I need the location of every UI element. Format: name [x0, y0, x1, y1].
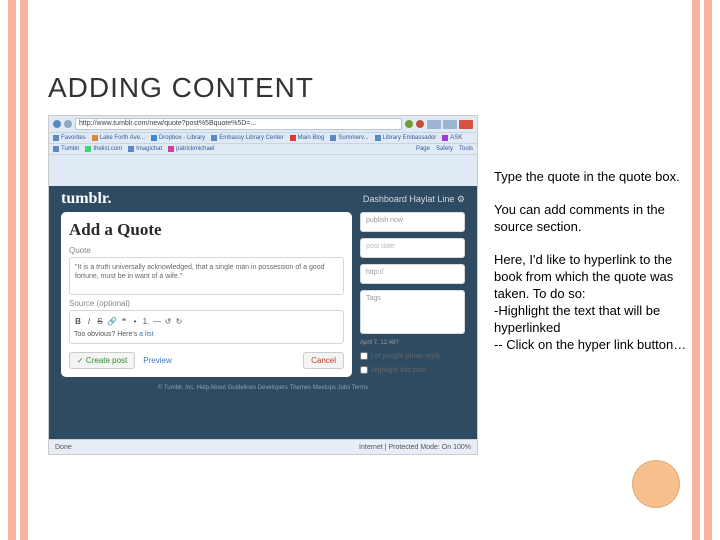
- link-button[interactable]: 🔗: [107, 317, 117, 326]
- decor-bar-right-1: [704, 0, 712, 540]
- decor-bar-left-1: [8, 0, 16, 540]
- editor-toolbar: B I S 🔗 ❝ • 1. — ↺ ↻: [73, 314, 340, 329]
- cancel-button[interactable]: Cancel: [303, 352, 344, 369]
- source-text[interactable]: Too obvious? Here's a list: [73, 329, 340, 340]
- decor-bar-left-2: [20, 0, 28, 540]
- bookmark-item[interactable]: Favorites: [53, 135, 86, 141]
- bookmark-item[interactable]: thelist.com: [85, 146, 122, 152]
- source-editor[interactable]: B I S 🔗 ❝ • 1. — ↺ ↻ Too obvious? Here's…: [69, 310, 344, 344]
- create-post-button[interactable]: ✓ Create post: [69, 352, 135, 369]
- refresh-icon[interactable]: [405, 120, 413, 128]
- bookmarks-bar: Favorites Lake Forth Ave... Dropbox - Li…: [49, 133, 477, 144]
- slide: ADDING CONTENT http://www.tumblr.com/new…: [0, 0, 720, 540]
- italic-button[interactable]: I: [85, 317, 93, 326]
- bookmarks-bar-2: Tumblr thelist.com Imagichat patrickmich…: [49, 144, 477, 155]
- url-input[interactable]: http://: [360, 264, 465, 284]
- numlist-button[interactable]: 1.: [142, 317, 150, 326]
- bookmark-item[interactable]: Imagichat: [128, 146, 162, 152]
- undo-button[interactable]: ↺: [164, 317, 172, 326]
- side-panel: publish now post date http:// Tags April…: [360, 212, 465, 377]
- note-paragraph: Here, I'd like to hyperlink to the book …: [494, 251, 689, 353]
- highlight-checkbox[interactable]: Highlight this post: [360, 366, 465, 374]
- browser-statusbar: Done Internet | Protected Mode: On 100%: [49, 439, 477, 454]
- tags-input[interactable]: Tags: [360, 290, 465, 334]
- hr-button[interactable]: —: [153, 317, 161, 326]
- slide-title: ADDING CONTENT: [48, 72, 314, 104]
- decor-circle: [632, 460, 680, 508]
- tumblr-nav[interactable]: Dashboard Haylat Line ⚙: [363, 194, 465, 205]
- toolbar-menu[interactable]: Tools: [459, 146, 473, 152]
- back-icon[interactable]: [53, 120, 61, 128]
- tumblr-footer[interactable]: © Tumblr, Inc. Help About Guidelines Dev…: [49, 377, 477, 399]
- tumblr-header: tumblr. Dashboard Haylat Line ⚙: [49, 186, 477, 212]
- preview-link[interactable]: Preview: [143, 356, 171, 365]
- bookmark-item[interactable]: Tumblr: [53, 146, 79, 152]
- browser-titlebar: http://www.tumblr.com/new/quote?post%5Bq…: [49, 116, 477, 133]
- bookmark-item[interactable]: Embassy Library Center: [211, 135, 283, 141]
- status-right: Internet | Protected Mode: On 100%: [359, 444, 471, 451]
- bookmark-item[interactable]: Summerv...: [330, 135, 368, 141]
- browser-screenshot: http://www.tumblr.com/new/quote?post%5Bq…: [48, 115, 478, 455]
- minimize-button[interactable]: [427, 120, 441, 129]
- strike-button[interactable]: S: [96, 317, 104, 326]
- maximize-button[interactable]: [443, 120, 457, 129]
- bookmark-item[interactable]: Main Blog: [290, 135, 325, 141]
- source-link[interactable]: a list: [139, 331, 153, 338]
- quote-input[interactable]: "It is a truth universally acknowledged,…: [69, 257, 344, 295]
- tumblr-logo[interactable]: tumblr.: [61, 190, 112, 208]
- browser-chrome: http://www.tumblr.com/new/quote?post%5Bq…: [49, 116, 477, 186]
- stop-icon[interactable]: [416, 120, 424, 128]
- bullet-button[interactable]: •: [131, 317, 139, 326]
- quote-button[interactable]: ❝: [120, 317, 128, 326]
- button-row: ✓ Create post Preview Cancel: [69, 352, 344, 369]
- address-bar[interactable]: http://www.tumblr.com/new/quote?post%5Bq…: [75, 118, 402, 130]
- source-label: Source (optional): [69, 299, 344, 308]
- bookmark-item[interactable]: Lake Forth Ave...: [92, 135, 145, 141]
- slide-notes: Type the quote in the quote box. You can…: [494, 168, 689, 369]
- post-date-input[interactable]: post date: [360, 238, 465, 258]
- photo-reply-checkbox[interactable]: Let people photo reply: [360, 352, 465, 360]
- side-date: April 7, 12:48?: [360, 340, 465, 346]
- note-paragraph: You can add comments in the source secti…: [494, 201, 689, 235]
- panel-title: Add a Quote: [69, 220, 344, 240]
- toolbar-menu[interactable]: Safety: [436, 146, 453, 152]
- bookmark-item[interactable]: Library Embassador: [375, 135, 437, 141]
- tumblr-content: Add a Quote Quote "It is a truth univers…: [49, 212, 477, 377]
- close-button[interactable]: [459, 120, 473, 129]
- bookmark-item[interactable]: ASK: [442, 135, 462, 141]
- bold-button[interactable]: B: [74, 317, 82, 326]
- status-left: Done: [55, 444, 72, 451]
- note-paragraph: Type the quote in the quote box.: [494, 168, 689, 185]
- window-buttons: [427, 120, 473, 129]
- decor-bar-right-2: [692, 0, 700, 540]
- forward-icon[interactable]: [64, 120, 72, 128]
- toolbar-menu[interactable]: Page: [416, 146, 430, 152]
- bookmark-item[interactable]: patrickmichael: [168, 146, 214, 152]
- quote-label: Quote: [69, 246, 344, 255]
- bookmark-item[interactable]: Dropbox - Library: [151, 135, 205, 141]
- redo-button[interactable]: ↻: [175, 317, 183, 326]
- publish-select[interactable]: publish now: [360, 212, 465, 232]
- quote-panel: Add a Quote Quote "It is a truth univers…: [61, 212, 352, 377]
